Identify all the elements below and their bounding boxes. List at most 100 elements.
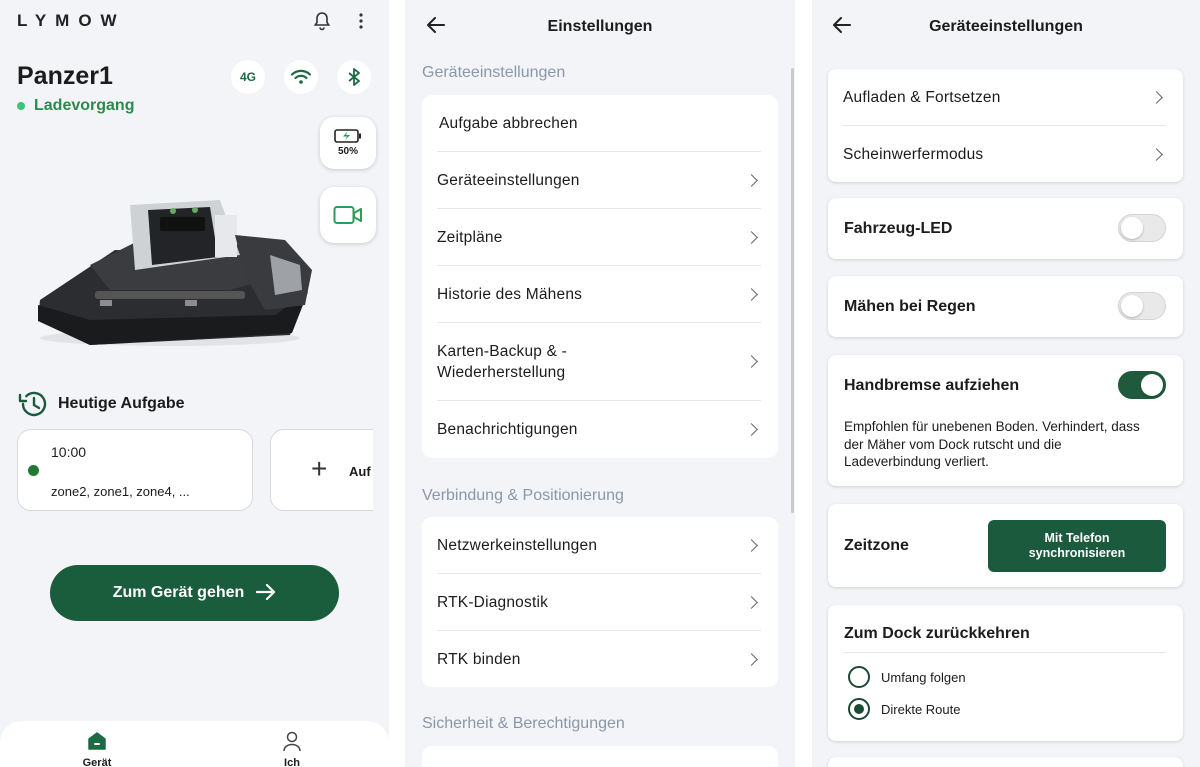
menu-item-mowing-history[interactable]: Historie des Mähens (422, 266, 778, 323)
chevron-right-icon (745, 355, 758, 368)
nav-device[interactable]: Gerät (67, 731, 127, 767)
bottom-navigation: Gerät Ich (0, 721, 389, 767)
bluetooth-icon (337, 60, 371, 94)
radio-label: Umfang folgen (881, 669, 966, 685)
mower-image (38, 200, 312, 346)
menu-item-device-settings[interactable]: Geräteeinstellungen (422, 152, 778, 209)
radio-circle (848, 666, 870, 688)
radio-circle-selected (848, 698, 870, 720)
timezone-card: Zeitzone Mit Telefon synchronisieren (828, 504, 1183, 587)
wifi-icon (284, 60, 318, 94)
chevron-right-icon (745, 287, 758, 301)
chevron-right-icon (1150, 90, 1163, 104)
status-label: Ladevorgang (34, 97, 135, 114)
security-card (422, 746, 778, 767)
nav-device-label: Gerät (82, 757, 112, 767)
section-title-security: Sicherheit & Berechtigungen (422, 715, 625, 732)
sync-with-phone-button[interactable]: Mit Telefon synchronisieren (988, 520, 1166, 572)
menu-item-label: Netzwerkeinstellungen (437, 536, 598, 554)
history-icon (18, 391, 47, 417)
rain-mowing-toggle[interactable] (1118, 292, 1166, 320)
device-settings-card: Aufgabe abbrechen Geräteeinstellungen Ze… (422, 95, 778, 458)
chevron-right-icon (745, 652, 758, 666)
vehicle-led-toggle[interactable] (1118, 214, 1166, 242)
menu-item-headlight-mode[interactable]: Scheinwerfermodus (828, 126, 1183, 183)
nav-me-label: Ich (284, 757, 300, 767)
menu-item-label: Benachrichtigungen (437, 420, 578, 438)
next-card (828, 757, 1183, 767)
page-title: Geräteeinstellungen (929, 18, 1083, 35)
menu-item-map-backup[interactable]: Karten-Backup & -Wiederherstellung (422, 323, 778, 401)
home-screen: LYMOW Panzer1 Ladevorgang 4G 50% Heutige… (0, 0, 389, 767)
add-task-card[interactable]: + Auf (270, 429, 389, 511)
home-icon (88, 732, 106, 750)
menu-item-label: Zeitpläne (437, 228, 503, 246)
handbrake-card: Handbremse aufziehen Empfohlen für unebe… (828, 355, 1183, 486)
page-title: Einstellungen (547, 18, 653, 35)
radio-follow-perimeter[interactable]: Umfang folgen (848, 666, 966, 688)
chevron-right-icon (745, 230, 758, 244)
return-dock-label: Zum Dock zurückkehren (844, 625, 1030, 642)
scrollbar[interactable] (791, 68, 794, 513)
menu-item-label: Aufladen & Fortsetzen (843, 88, 1001, 106)
timezone-label: Zeitzone (844, 537, 909, 554)
task-zones: zone2, zone1, zone4, ... (51, 484, 190, 499)
camera-button[interactable] (320, 187, 376, 243)
user-icon (283, 731, 301, 752)
menu-item-label: Historie des Mähens (437, 285, 583, 303)
menu-item-label: RTK-Diagnostik (437, 593, 549, 611)
task-time: 10:00 (51, 444, 87, 460)
battery-percent: 50% (337, 146, 358, 157)
more-vertical-icon[interactable] (350, 10, 372, 32)
video-camera-icon (333, 206, 362, 224)
vehicle-led-card: Fahrzeug-LED (828, 198, 1183, 259)
chevron-right-icon (745, 595, 758, 609)
handbrake-label: Handbremse aufziehen (844, 377, 1020, 394)
menu-item-cancel-task[interactable]: Aufgabe abbrechen (422, 95, 778, 152)
menu-item-rtk-diagnostics[interactable]: RTK-Diagnostik (422, 574, 778, 631)
menu-item-notifications[interactable]: Benachrichtigungen (422, 401, 778, 458)
chevron-right-icon (1150, 147, 1163, 161)
menu-item-label: RTK binden (437, 650, 521, 668)
go-to-device-label: Zum Gerät gehen (112, 584, 245, 601)
handbrake-toggle[interactable] (1118, 371, 1166, 399)
menu-item-network-settings[interactable]: Netzwerkeinstellungen (422, 517, 778, 574)
menu-item-label: Karten-Backup & -Wiederherstellung (437, 343, 568, 381)
device-settings-screen: Geräteeinstellungen Aufladen & Fortsetze… (812, 0, 1200, 767)
rain-mowing-card: Mähen bei Regen (828, 276, 1183, 337)
menu-item-charge-resume[interactable]: Aufladen & Fortsetzen (828, 69, 1183, 126)
task-card[interactable]: 10:00 zone2, zone1, zone4, ... (17, 429, 253, 511)
task-status-dot (28, 465, 39, 476)
bell-icon[interactable] (311, 10, 333, 32)
menu-item-rtk-bind[interactable]: RTK binden (422, 631, 778, 688)
section-title-connection: Verbindung & Positionierung (422, 487, 624, 504)
return-dock-card: Zum Dock zurückkehren Umfang folgen Dire… (828, 605, 1183, 741)
battery-indicator: 50% (320, 117, 376, 169)
lymow-logo: LYMOW (17, 11, 126, 30)
menu-item-label: Scheinwerfermodus (843, 145, 984, 163)
menu-item-label: Geräteeinstellungen (437, 171, 580, 189)
device-settings-header: Geräteeinstellungen (812, 0, 1200, 54)
radio-direct-route[interactable]: Direkte Route (848, 698, 960, 720)
status-dot-icon (17, 102, 25, 110)
connection-card: Netzwerkeinstellungen RTK-Diagnostik RTK… (422, 517, 778, 687)
section-title-device: Geräteeinstellungen (422, 64, 566, 81)
vehicle-led-label: Fahrzeug-LED (844, 220, 953, 237)
nav-me[interactable]: Ich (262, 731, 322, 767)
menu-item-label: Aufgabe abbrechen (439, 114, 578, 132)
charging-status: Ladevorgang (17, 97, 134, 115)
add-task-label: Auf (349, 464, 371, 479)
today-task-label: Heutige Aufgabe (58, 395, 185, 412)
menu-item-schedules[interactable]: Zeitpläne (422, 209, 778, 266)
plus-icon: + (311, 453, 328, 484)
sync-button-line2: synchronisieren (1028, 546, 1126, 560)
settings-screen: Einstellungen Geräteeinstellungen Aufgab… (405, 0, 795, 767)
settings-header: Einstellungen (405, 0, 795, 54)
cellular-4g-chip: 4G (231, 60, 265, 94)
sync-button-line1: Mit Telefon (1044, 531, 1110, 545)
go-to-device-button[interactable]: Zum Gerät gehen (50, 565, 339, 621)
today-task-header: Heutige Aufgabe (18, 390, 185, 418)
chevron-right-icon (745, 422, 758, 436)
handbrake-description: Empfohlen für unebenen Boden. Verhindert… (844, 419, 1140, 469)
rain-mowing-label: Mähen bei Regen (844, 298, 976, 315)
